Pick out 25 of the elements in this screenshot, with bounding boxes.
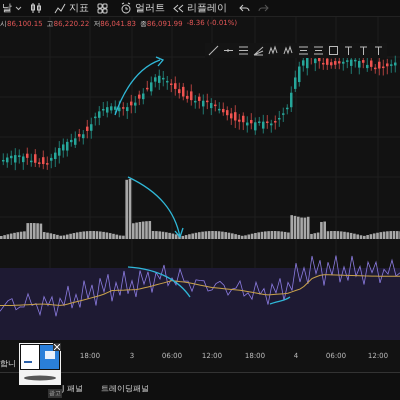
text-tool-icon[interactable] xyxy=(358,45,369,56)
rectangle-icon[interactable] xyxy=(328,45,339,56)
side-text: 합니 xyxy=(0,358,16,369)
trend-line-icon[interactable] xyxy=(208,45,219,56)
alarm-clock-icon xyxy=(120,2,132,14)
undo-icon[interactable] xyxy=(239,4,250,12)
zigzag-icon[interactable] xyxy=(268,45,279,56)
indicators-button[interactable]: 지표 xyxy=(54,1,89,15)
text-tool-icon[interactable] xyxy=(343,45,354,56)
zigzag-icon[interactable] xyxy=(283,45,294,56)
replay-button[interactable]: 리플레이 xyxy=(173,1,227,15)
hand-drawn-arrow xyxy=(127,176,184,238)
hand-drawn-arrow xyxy=(114,56,164,116)
candlestick-icon[interactable] xyxy=(30,2,42,14)
double-chevron-icon xyxy=(173,4,184,12)
parallel-lines-icon[interactable] xyxy=(238,45,249,56)
alert-button[interactable]: 얼러트 xyxy=(120,1,165,15)
text-tool-icon[interactable] xyxy=(373,45,384,56)
grid-icon[interactable] xyxy=(97,2,108,14)
caret-icon xyxy=(15,6,22,10)
panel-tab[interactable]: 트레이딩패널 xyxy=(100,383,149,394)
close-icon[interactable] xyxy=(53,343,61,351)
line-chart-icon xyxy=(54,2,66,14)
fib-fan-icon[interactable] xyxy=(253,45,264,56)
interval-button[interactable]: 날 xyxy=(2,1,22,15)
